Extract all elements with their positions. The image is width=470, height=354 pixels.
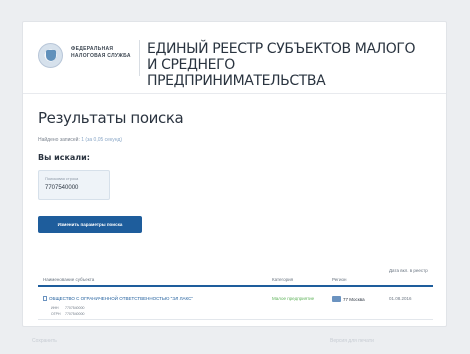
site-header: ФЕДЕРАЛЬНАЯ НАЛОГОВАЯ СЛУЖБА ЕДИНЫЙ РЕЕС… — [23, 22, 446, 94]
search-criteria-label: Вы искали: — [38, 153, 90, 162]
document-icon[interactable] — [43, 296, 47, 301]
col-header-date[interactable]: Дата вкл. в реестр — [389, 268, 429, 274]
found-records: Найдено записей: 1 (за 0,05 секунд) — [38, 137, 122, 143]
org-name[interactable]: ОБЩЕСТВО С ОГРАНИЧЕННОЙ ОТВЕТСТВЕННОСТЬЮ… — [49, 296, 193, 301]
main-card: ФЕДЕРАЛЬНАЯ НАЛОГОВАЯ СЛУЖБА ЕДИНЫЙ РЕЕС… — [22, 21, 447, 327]
footer-save-link[interactable]: Сохранить — [32, 338, 57, 344]
found-count: 1 (за 0,05 секунд) — [81, 137, 123, 143]
change-search-button[interactable]: Изменить параметры поиска — [38, 216, 142, 233]
agency-name: ФЕДЕРАЛЬНАЯ НАЛОГОВАЯ СЛУЖБА — [71, 46, 131, 59]
org-inn: ИНН 7707540000 — [51, 306, 84, 310]
footer-print-link[interactable]: Версия для печати — [330, 338, 374, 344]
inn-value: 7707540000 — [65, 306, 85, 310]
results-table-header: Наименование субъекта Категория Регион Д… — [38, 253, 433, 287]
region-flag-icon — [332, 296, 341, 302]
fns-logo-icon[interactable] — [38, 43, 63, 68]
inn-label: ИНН — [51, 306, 59, 310]
header-divider — [139, 40, 140, 76]
found-label: Найдено записей: — [38, 137, 80, 143]
table-row: ОБЩЕСТВО С ОГРАНИЧЕННОЙ ОТВЕТСТВЕННОСТЬЮ… — [38, 289, 433, 320]
chip-label: Поисковая строка — [45, 176, 79, 181]
region-name: 77 Москва — [343, 297, 365, 302]
org-name-link[interactable]: ОБЩЕСТВО С ОГРАНИЧЕННОЙ ОТВЕТСТВЕННОСТЬЮ… — [43, 296, 253, 302]
registry-title: ЕДИНЫЙ РЕЕСТР СУБЪЕКТОВ МАЛОГО И СРЕДНЕГ… — [147, 41, 416, 89]
region-value: 77 Москва — [332, 296, 365, 303]
col-header-region[interactable]: Регион — [332, 277, 346, 283]
search-criteria-chip: Поисковая строка 7707540000 — [38, 170, 110, 200]
col-header-category[interactable]: Категория — [272, 277, 293, 283]
ogrn-value: 7707540000 — [65, 312, 85, 316]
category-value: Малое предприятие — [272, 296, 315, 301]
org-ogrn: ОГРН 7707540000 — [51, 312, 84, 316]
page-title: Результаты поиска — [38, 109, 184, 127]
chip-value: 7707540000 — [45, 185, 79, 191]
ogrn-label: ОГРН — [51, 312, 61, 316]
date-value: 01.08.2016 — [389, 296, 412, 301]
col-header-name[interactable]: Наименование субъекта — [43, 277, 94, 283]
